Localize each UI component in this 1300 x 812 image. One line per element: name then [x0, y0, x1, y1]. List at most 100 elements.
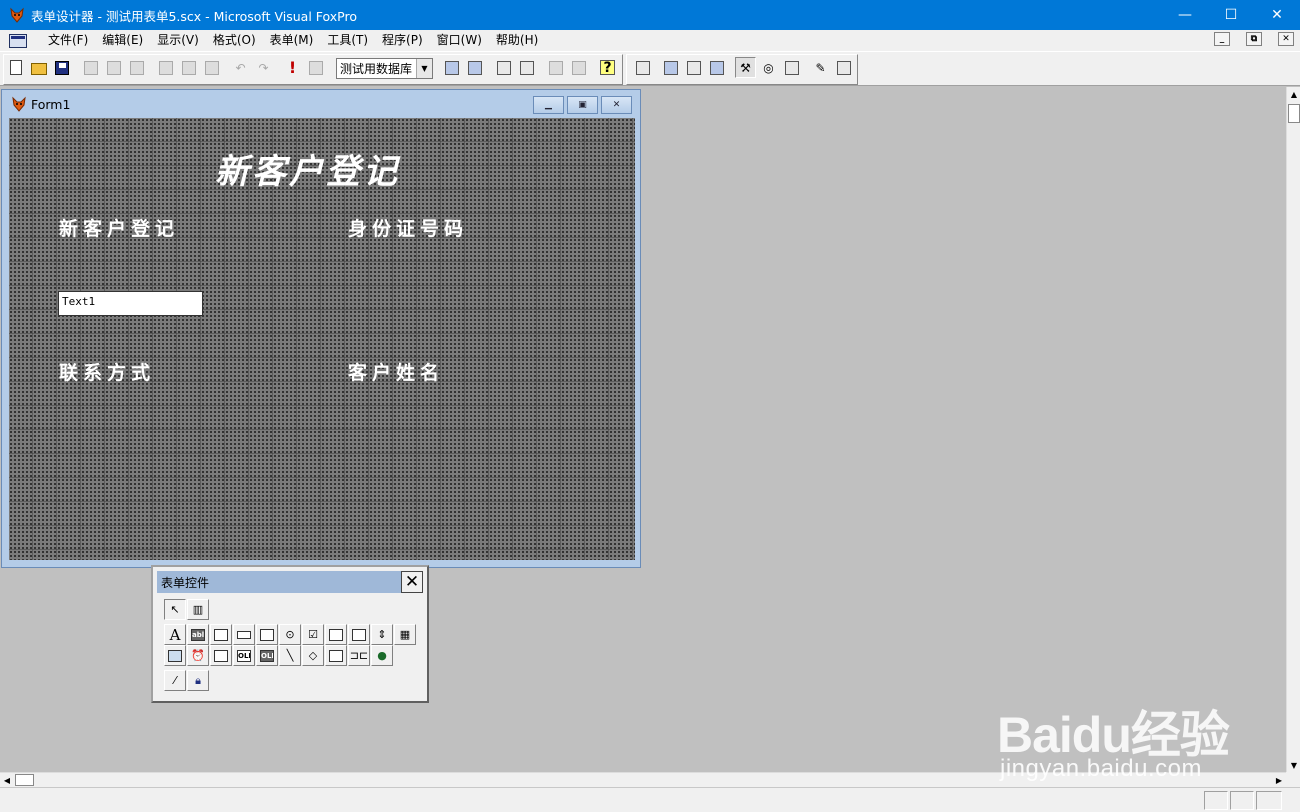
container-control-button[interactable]	[325, 645, 347, 666]
vertical-scrollbar[interactable]: ▲ ▼	[1286, 87, 1300, 772]
image-icon	[168, 649, 182, 662]
code-window-button[interactable]	[706, 57, 727, 78]
select-objects-button[interactable]: ↖	[164, 599, 186, 620]
separator-control-button[interactable]: ⊐⊏	[348, 645, 370, 666]
menu-help[interactable]: 帮助(H)	[489, 30, 545, 51]
menu-edit[interactable]: 编辑(E)	[95, 30, 150, 51]
minimize-button[interactable]: —	[1162, 0, 1208, 30]
toolbox-title-bar[interactable]: 表单控件 ✕	[157, 571, 423, 593]
mdi-restore-button[interactable]: ⧉	[1246, 32, 1262, 46]
help-button[interactable]: ?	[597, 57, 618, 78]
spelling-button[interactable]	[126, 57, 147, 78]
separator-icon: ⊐⊏	[349, 649, 369, 662]
timer-control-button[interactable]: ⏰	[187, 645, 209, 666]
command-group-icon	[260, 628, 274, 641]
label-customer-name[interactable]: 客户姓名	[348, 358, 444, 385]
autoformat-button[interactable]	[833, 57, 854, 78]
text1-textbox[interactable]: Text1	[58, 291, 203, 316]
command-window-button[interactable]	[441, 57, 462, 78]
run-button[interactable]: !	[282, 57, 303, 78]
data-environment-button[interactable]	[660, 57, 681, 78]
menu-view[interactable]: 显示(V)	[150, 30, 206, 51]
pageframe-control-button[interactable]	[210, 645, 232, 666]
toolbox-close-button[interactable]: ✕	[401, 571, 423, 593]
form-window-title-bar[interactable]: Form1 ▁ ▣ ✕	[2, 90, 640, 118]
foxpro-fox-icon	[10, 7, 24, 23]
color-palette-toolbar-button[interactable]: ◎	[758, 57, 779, 78]
report-wizard-icon	[548, 60, 563, 75]
report-wizard-button[interactable]	[545, 57, 566, 78]
label-new-customer[interactable]: 新客户登记	[59, 214, 179, 241]
form-canvas[interactable]: 新客户登记 新客户登记 身份证号码 联系方式 客户姓名 Text1	[9, 118, 635, 560]
modify-button[interactable]	[305, 57, 326, 78]
menu-form[interactable]: 表单(M)	[263, 30, 321, 51]
button-lock-button[interactable]: 🔒︎	[187, 670, 209, 691]
option-group-control-button[interactable]: ⊙	[279, 624, 301, 645]
vertical-scroll-thumb[interactable]	[1288, 104, 1300, 123]
save-button[interactable]	[51, 57, 72, 78]
command-group-control-button[interactable]	[256, 624, 278, 645]
image-control-button[interactable]	[164, 645, 186, 666]
print-button[interactable]	[80, 57, 101, 78]
new-button[interactable]	[5, 57, 26, 78]
menu-program[interactable]: 程序(P)	[375, 30, 430, 51]
database-select[interactable]: 测试用数据库 ▼	[336, 58, 433, 79]
autoreport-button[interactable]	[568, 57, 589, 78]
editbox-control-button[interactable]	[210, 624, 232, 645]
label-contact[interactable]: 联系方式	[59, 358, 155, 385]
scroll-up-arrow-icon[interactable]: ▲	[1287, 87, 1300, 101]
form-minimize-button[interactable]: ▁	[533, 96, 564, 114]
checkbox-control-button[interactable]: ☑	[302, 624, 324, 645]
label-control-button[interactable]: A	[164, 624, 186, 645]
command-button-control-button[interactable]	[233, 624, 255, 645]
shape-control-button[interactable]: ◇	[302, 645, 324, 666]
copy-button[interactable]	[178, 57, 199, 78]
autoform-button[interactable]	[516, 57, 537, 78]
paste-button[interactable]	[201, 57, 222, 78]
menu-window[interactable]: 窗口(W)	[430, 30, 489, 51]
view-window-button[interactable]	[464, 57, 485, 78]
form-wizard-button[interactable]	[493, 57, 514, 78]
cut-button[interactable]	[155, 57, 176, 78]
line-control-button[interactable]: ╲	[279, 645, 301, 666]
form-builder-button[interactable]: ✎	[810, 57, 831, 78]
undo-button[interactable]: ↶	[230, 57, 251, 78]
scroll-right-arrow-icon[interactable]: ▶	[1272, 773, 1286, 787]
close-button[interactable]: ✕	[1254, 0, 1300, 30]
mdi-minimize-button[interactable]: _	[1214, 32, 1230, 46]
grid-control-button[interactable]: ▦	[394, 624, 416, 645]
menu-tools[interactable]: 工具(T)	[320, 30, 375, 51]
scroll-down-arrow-icon[interactable]: ▼	[1287, 758, 1300, 772]
ole-container-control-button[interactable]: OLE	[233, 645, 255, 666]
form-controls-toolbar-button[interactable]: ⚒	[735, 57, 756, 78]
form-designer-window[interactable]: Form1 ▁ ▣ ✕ 新客户登记 新客户登记 身份证号码 联系方式 客户姓名 …	[1, 89, 641, 568]
textbox-icon: abl	[191, 628, 205, 641]
maximize-button[interactable]: ☐	[1208, 0, 1254, 30]
form-close-button[interactable]: ✕	[601, 96, 632, 114]
scroll-left-arrow-icon[interactable]: ◀	[0, 773, 14, 787]
chevron-down-icon[interactable]: ▼	[416, 59, 432, 78]
spinner-control-button[interactable]: ⇕	[371, 624, 393, 645]
ole-bound-control-button[interactable]: OLE	[256, 645, 278, 666]
builder-lock-button[interactable]: ⁄	[164, 670, 186, 691]
form-maximize-button[interactable]: ▣	[567, 96, 598, 114]
horizontal-scroll-thumb[interactable]	[15, 774, 34, 786]
menu-format[interactable]: 格式(O)	[206, 30, 263, 51]
document-window-icon[interactable]	[9, 33, 27, 48]
properties-window-button[interactable]	[683, 57, 704, 78]
redo-button[interactable]: ↷	[253, 57, 274, 78]
view-classes-button[interactable]: ▥	[187, 599, 209, 620]
menu-file[interactable]: 文件(F)	[41, 30, 95, 51]
combobox-control-button[interactable]	[325, 624, 347, 645]
label-id-number[interactable]: 身份证号码	[348, 214, 468, 241]
listbox-control-button[interactable]	[348, 624, 370, 645]
textbox-control-button[interactable]: abl	[187, 624, 209, 645]
open-button[interactable]	[28, 57, 49, 78]
set-tab-order-button[interactable]	[632, 57, 653, 78]
form-heading-label[interactable]: 新客户登记	[215, 144, 400, 193]
layout-toolbar-button[interactable]	[781, 57, 802, 78]
hyperlink-control-button[interactable]: ●	[371, 645, 393, 666]
form-controls-toolbox[interactable]: 表单控件 ✕ ↖ ▥ A abl ⊙ ☑ ⇕ ▦ ⏰ OLE OLE ╲ ◇ ⊐…	[151, 565, 429, 703]
print-preview-button[interactable]	[103, 57, 124, 78]
mdi-close-button[interactable]: ✕	[1278, 32, 1294, 46]
